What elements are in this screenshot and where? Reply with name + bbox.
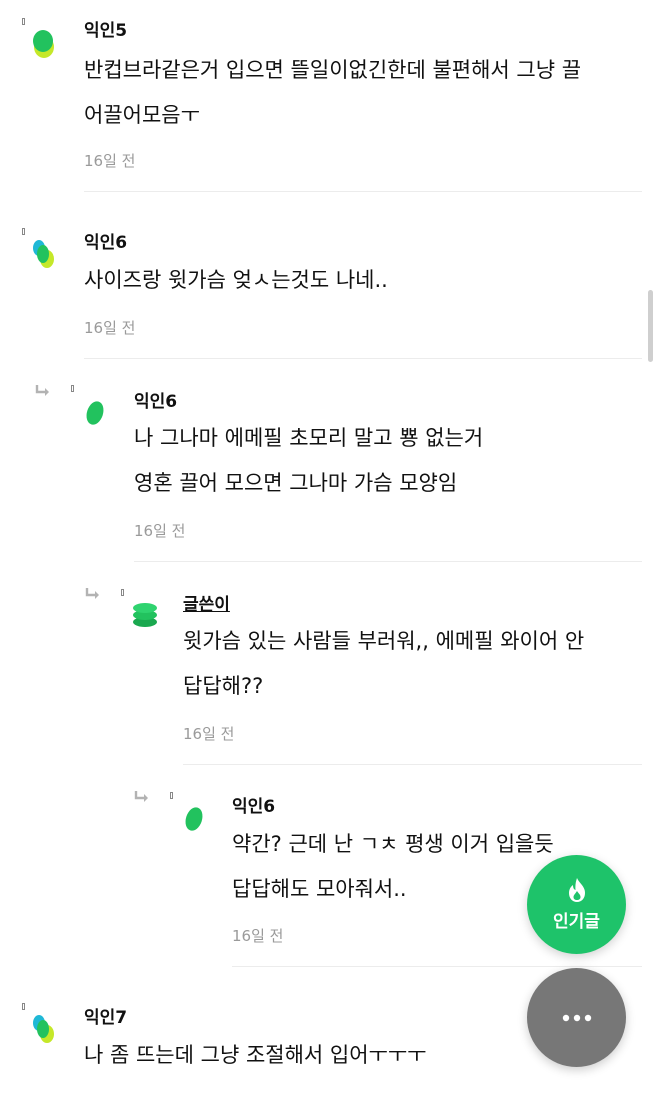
comment-author[interactable]: 익인6	[232, 792, 275, 817]
divider	[232, 966, 642, 967]
reply-arrow-icon	[134, 791, 148, 802]
comment-author[interactable]: 익인6	[84, 228, 127, 253]
scrollbar[interactable]	[648, 290, 653, 362]
more-options-button[interactable]	[527, 968, 626, 1067]
popular-posts-button[interactable]: 인기글	[527, 855, 626, 954]
comment-line: 나 좀 뜨는데 그냥 조절해서 입어ㅜㅜㅜ	[84, 1043, 427, 1067]
comment-line: 나 그나마 에메필 초모리 말고 뿅 없는거	[134, 426, 484, 450]
avatar-icon	[86, 401, 104, 425]
comment-time: 16일 전	[232, 927, 284, 945]
comment-time: 16일 전	[134, 522, 186, 540]
author-avatar-icon	[133, 603, 157, 627]
comment-text: 나 그나마 에메필 초모리 말고 뿅 없는거 영혼 끌어 모으면 그나마 가슴 …	[134, 416, 483, 506]
avatar-icon	[33, 240, 54, 268]
comment-author-op[interactable]: 글쓴이	[183, 590, 230, 615]
divider	[84, 358, 642, 359]
avatar-icon	[33, 30, 54, 58]
popular-posts-label: 인기글	[553, 912, 600, 932]
comment-line: 반컵브라같은거 입으면 뜰일이없긴한데 불편해서 그냥 끌	[84, 58, 582, 82]
comment-text: 나 좀 뜨는데 그냥 조절해서 입어ㅜㅜㅜ	[84, 1033, 427, 1078]
comment-line: 사이즈랑 윗가슴 엊ㅅ는것도 나네..	[84, 268, 388, 292]
more-dots-icon	[562, 1014, 591, 1021]
pin-icon	[71, 385, 74, 392]
avatar-icon	[185, 807, 203, 831]
divider	[183, 764, 642, 765]
divider	[84, 191, 642, 192]
comment-text: 사이즈랑 윗가슴 엊ㅅ는것도 나네..	[84, 258, 388, 303]
divider	[134, 561, 642, 562]
fire-icon	[568, 878, 585, 902]
pin-icon	[121, 589, 124, 596]
pin-icon	[22, 18, 25, 25]
comment-line: 영혼 끌어 모으면 그나마 가슴 모양임	[134, 471, 458, 495]
reply-arrow-icon	[85, 588, 99, 599]
comment-time: 16일 전	[84, 319, 136, 337]
comment-author[interactable]: 익인6	[134, 387, 177, 412]
comment-line: 약간? 근데 난 ㄱㅊ 평생 이거 입을듯	[232, 832, 554, 856]
avatar-icon	[33, 1015, 54, 1043]
reply-arrow-icon	[35, 385, 49, 396]
comment-text: 윗가슴 있는 사람들 부러워,, 에메필 와이어 안 답답해??	[183, 619, 584, 709]
comment-line: 답답해??	[183, 674, 264, 698]
comment-text: 반컵브라같은거 입으면 뜰일이없긴한데 불편해서 그냥 끌 어끌어모음ㅜ	[84, 48, 581, 138]
pin-icon	[22, 228, 25, 235]
pin-icon	[22, 1003, 25, 1010]
comment-time: 16일 전	[84, 152, 136, 170]
comment-line: 답답해도 모아줘서..	[232, 877, 407, 901]
comment-time: 16일 전	[183, 725, 235, 743]
comment-line: 어끌어모음ㅜ	[84, 103, 200, 127]
comment-line: 윗가슴 있는 사람들 부러워,, 에메필 와이어 안	[183, 629, 585, 653]
pin-icon	[170, 792, 173, 799]
comment-text: 약간? 근데 난 ㄱㅊ 평생 이거 입을듯 답답해도 모아줘서..	[232, 822, 554, 912]
comment-author[interactable]: 익인7	[84, 1003, 127, 1028]
comment-author[interactable]: 익인5	[84, 16, 127, 41]
